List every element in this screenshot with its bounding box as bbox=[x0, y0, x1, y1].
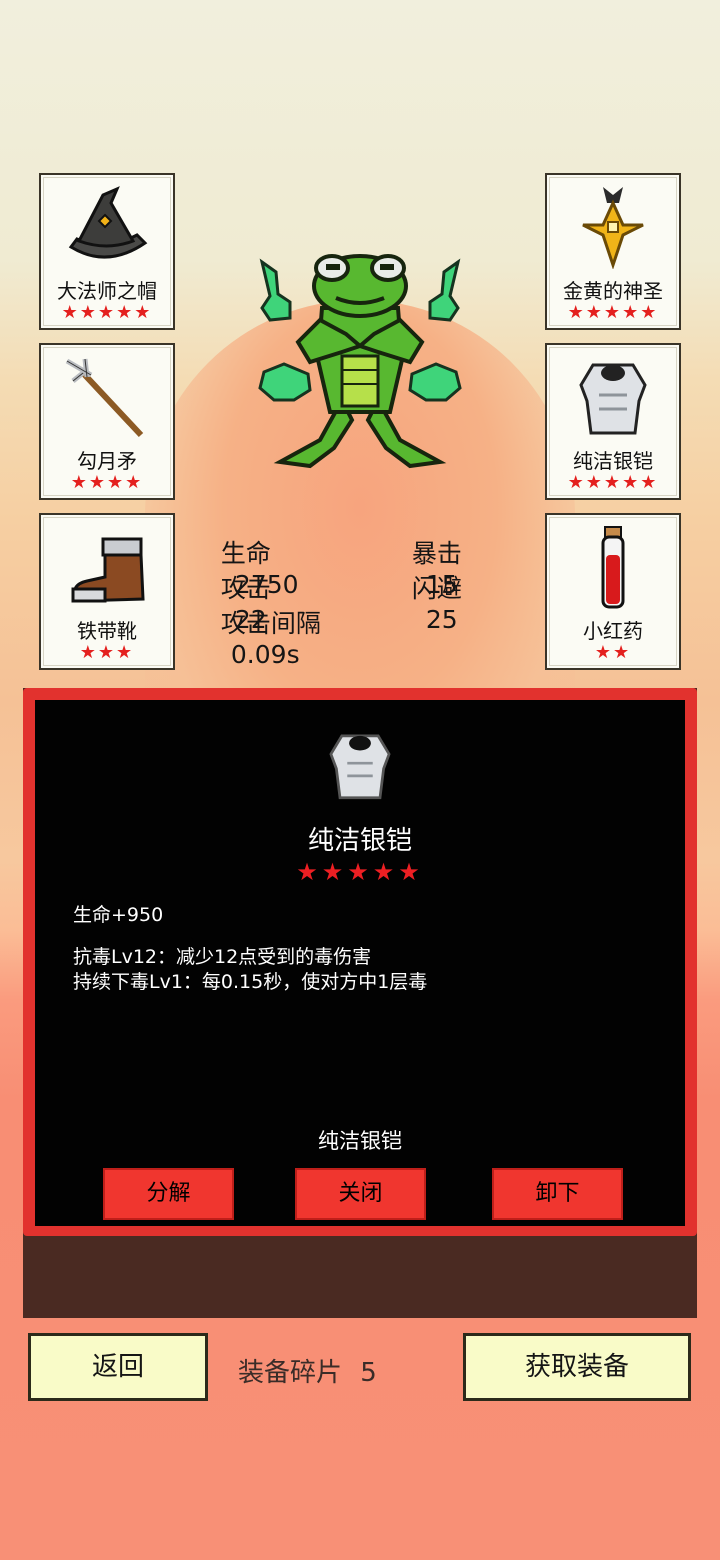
equip-name: 纯洁银铠 bbox=[573, 449, 653, 473]
shards-count: 5 bbox=[360, 1358, 377, 1388]
golden-amulet-icon bbox=[582, 187, 644, 269]
equip-stars: ★★★★★ bbox=[567, 302, 659, 323]
red-potion-icon bbox=[601, 526, 625, 609]
silver-armor-icon bbox=[329, 734, 391, 800]
wizard-hat-icon bbox=[68, 186, 148, 259]
close-button[interactable]: 关闭 bbox=[295, 1168, 426, 1220]
equip-name: 铁带靴 bbox=[77, 619, 137, 643]
get-equipment-button[interactable]: 获取装备 bbox=[463, 1333, 691, 1401]
equip-stars: ★★★★★ bbox=[567, 472, 659, 493]
item-effect-2: 持续下毒Lv1：每0.15秒，使对方中1层毒 bbox=[73, 971, 428, 993]
item-detail-stars: ★★★★★ bbox=[296, 858, 424, 886]
item-effect-1: 抗毒Lv12：减少12点受到的毒伤害 bbox=[73, 946, 372, 968]
equip-slot-boots[interactable]: 铁带靴 ★★★ bbox=[39, 513, 175, 670]
stat-dodge-value: 25 bbox=[425, 605, 458, 634]
equip-name: 勾月矛 bbox=[77, 449, 137, 473]
back-button[interactable]: 返回 bbox=[28, 1333, 208, 1401]
shards-label: 装备碎片 bbox=[238, 1358, 343, 1388]
stat-interval-label: 攻击间隔 bbox=[220, 609, 321, 638]
item-detail-title: 纯洁银铠 bbox=[307, 826, 412, 856]
decompose-button[interactable]: 分解 bbox=[103, 1168, 234, 1220]
equip-stars: ★★★★★ bbox=[61, 302, 153, 323]
stat-dodge: 闪避 25 bbox=[396, 540, 462, 634]
equip-slot-potion[interactable]: 小红药 ★★ bbox=[545, 513, 681, 670]
equip-stars: ★★★★ bbox=[70, 472, 144, 493]
equip-name: 小红药 bbox=[583, 619, 643, 643]
equip-stars: ★★★ bbox=[79, 642, 135, 663]
equip-name: 金黄的神圣 bbox=[563, 279, 663, 303]
boot-icon bbox=[71, 537, 145, 603]
item-detail-content: 纯洁银铠 ★★★★★ 生命+950 抗毒Lv12：减少12点受到的毒伤害 持续下… bbox=[35, 700, 685, 1226]
equip-slot-weapon[interactable]: 勾月矛 ★★★★ bbox=[39, 343, 175, 500]
stat-interval: 攻击间隔 0.09s bbox=[205, 575, 321, 669]
unequip-button[interactable]: 卸下 bbox=[492, 1168, 623, 1220]
frog-hero bbox=[258, 254, 462, 469]
stat-dodge-label: 闪避 bbox=[411, 574, 462, 603]
silver-armor-icon bbox=[579, 363, 647, 435]
equip-slot-hat[interactable]: 大法师之帽 ★★★★★ bbox=[39, 173, 175, 330]
spear-icon bbox=[65, 358, 144, 438]
equipment-shards: 装备碎片 5 bbox=[238, 1352, 377, 1389]
equip-stars: ★★ bbox=[594, 642, 632, 663]
stat-interval-value: 0.09s bbox=[230, 640, 300, 669]
equip-slot-armor[interactable]: 纯洁银铠 ★★★★★ bbox=[545, 343, 681, 500]
item-detail-panel: 纯洁银铠 ★★★★★ 生命+950 抗毒Lv12：减少12点受到的毒伤害 持续下… bbox=[23, 688, 697, 1318]
equip-name: 大法师之帽 bbox=[57, 279, 157, 303]
equip-slot-amulet[interactable]: 金黄的神圣 ★★★★★ bbox=[545, 173, 681, 330]
item-stat-line: 生命+950 bbox=[73, 904, 164, 926]
item-footer-name: 纯洁银铠 bbox=[318, 1129, 402, 1153]
item-detail-frame: 纯洁银铠 ★★★★★ 生命+950 抗毒Lv12：减少12点受到的毒伤害 持续下… bbox=[23, 688, 697, 1236]
